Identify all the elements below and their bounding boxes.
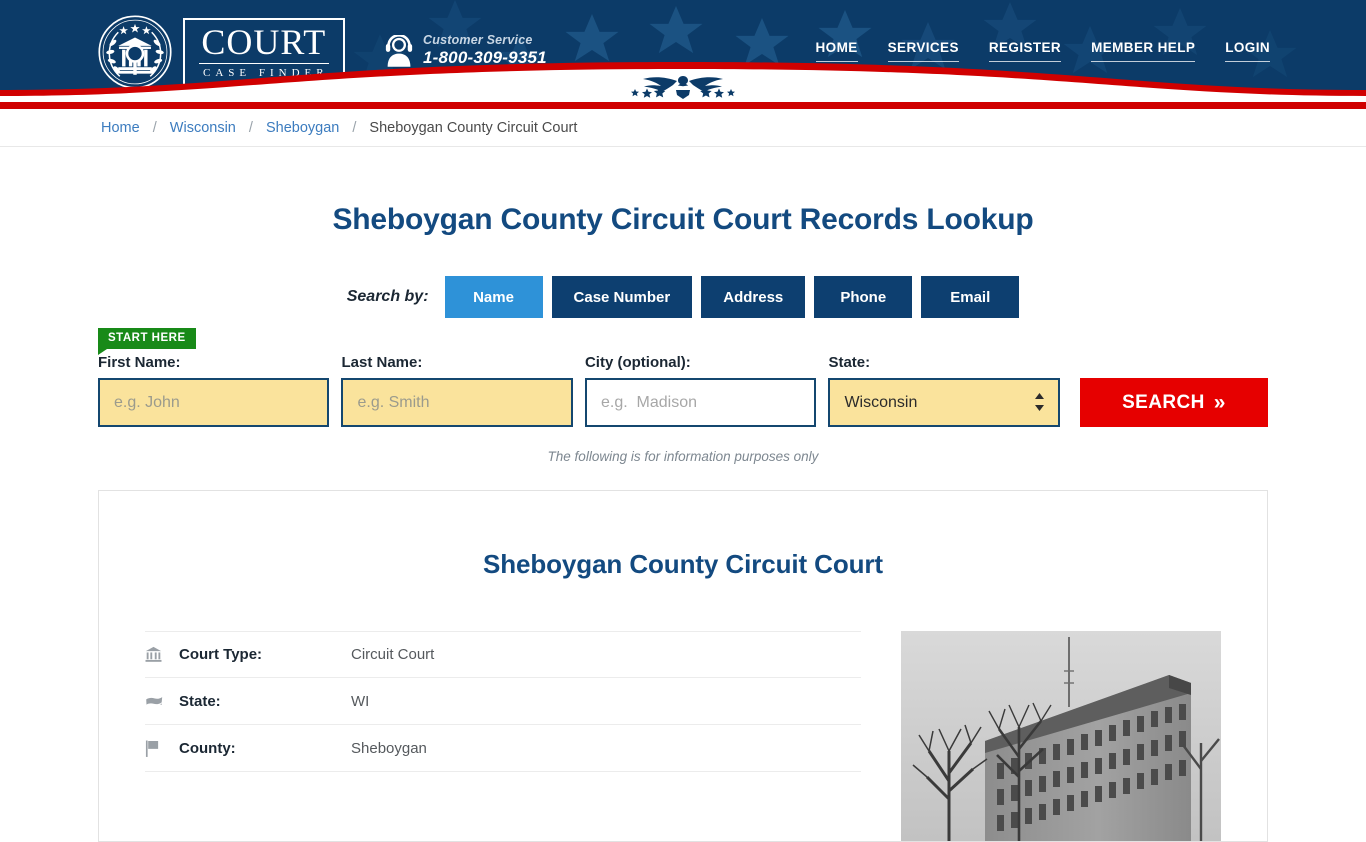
nav-item-login[interactable]: LOGIN	[1225, 40, 1270, 62]
courthouse-photo	[901, 631, 1221, 842]
last-name-field-group: Last Name:	[341, 354, 573, 427]
city-field-group: City (optional):	[584, 354, 817, 427]
breadcrumb-item-wisconsin[interactable]: Wisconsin	[170, 120, 236, 136]
tab-phone[interactable]: Phone	[814, 276, 913, 318]
us-map-icon	[145, 694, 179, 709]
nav-item-member-help[interactable]: MEMBER HELP	[1091, 40, 1196, 62]
start-here-badge: START HERE	[98, 328, 196, 355]
search-form-row: First Name: Last Name: City (optional): …	[98, 328, 1269, 427]
breadcrumb-separator: /	[152, 119, 157, 136]
state-label: State:	[828, 354, 871, 371]
state-detail-label: State:	[179, 692, 221, 710]
court-info-body: Court Type: Circuit Court State: WI Coun…	[99, 601, 1267, 842]
tab-address[interactable]: Address	[701, 276, 806, 318]
breadcrumb-item-current: Sheboygan County Circuit Court	[369, 119, 578, 136]
breadcrumb-separator: /	[248, 119, 253, 136]
court-name-heading: Sheboygan County Circuit Court	[482, 548, 883, 579]
site-header: COURT CASE FINDER Customer Service 1-800…	[0, 0, 1366, 102]
first-name-field-group: First Name:	[98, 354, 330, 427]
nav-item-register[interactable]: REGISTER	[988, 40, 1062, 62]
page-title: Sheboygan County Circuit Court Records L…	[332, 203, 1034, 236]
breadcrumb-bar: Home / Wisconsin / Sheboygan / Sheboygan…	[0, 109, 1366, 147]
last-name-input[interactable]	[341, 378, 573, 427]
search-by-label: Search by:	[346, 288, 429, 305]
county-value: Sheboygan	[351, 739, 427, 757]
court-type-label: Court Type:	[179, 646, 263, 664]
court-type-value: Circuit Court	[351, 646, 435, 664]
main-navigation: HOME SERVICES REGISTER MEMBER HELP LOGIN	[815, 40, 1270, 62]
eagle-emblem-icon	[631, 76, 735, 99]
nav-item-services[interactable]: SERVICES	[887, 40, 959, 62]
table-row: Court Type: Circuit Court	[145, 631, 861, 679]
court-detail-table: Court Type: Circuit Court State: WI Coun…	[145, 631, 861, 841]
table-row: State: WI	[145, 678, 861, 726]
logo-word-court: COURT	[199, 24, 329, 64]
nav-item-home[interactable]: HOME	[815, 40, 858, 62]
customer-service-label: Customer Service	[423, 33, 533, 47]
breadcrumb: Home / Wisconsin / Sheboygan / Sheboygan…	[101, 120, 577, 136]
breadcrumb-separator: /	[352, 119, 357, 136]
bank-building-icon	[145, 646, 179, 663]
flag-icon	[145, 740, 179, 757]
city-label: City (optional):	[584, 354, 691, 371]
breadcrumb-item-home[interactable]: Home	[101, 120, 140, 136]
first-name-input[interactable]	[98, 378, 330, 427]
tab-email[interactable]: Email	[921, 276, 1020, 318]
breadcrumb-item-sheboygan[interactable]: Sheboygan	[266, 120, 339, 136]
state-select[interactable]: Wisconsin	[828, 378, 1060, 427]
last-name-label: Last Name:	[341, 354, 423, 371]
county-label: County:	[179, 739, 236, 757]
tab-case-number[interactable]: Case Number	[551, 276, 693, 318]
state-detail-value: WI	[351, 692, 370, 710]
court-info-card: Sheboygan County Circuit Court Court Typ…	[98, 490, 1268, 842]
tab-name[interactable]: Name	[444, 276, 543, 318]
table-row: County: Sheboygan	[145, 725, 861, 773]
disclaimer-text: The following is for information purpose…	[547, 449, 819, 464]
search-by-tabs: Search by: Name Case Number Address Phon…	[0, 276, 1366, 318]
first-name-label: First Name:	[98, 354, 181, 371]
search-button[interactable]: SEARCH »	[1079, 378, 1269, 427]
red-divider-line	[0, 102, 1366, 109]
double-chevron-right-icon: »	[1213, 391, 1226, 414]
search-form: START HERE First Name: Last Name: City (…	[0, 328, 1366, 427]
state-field-group: State: Wisconsin	[828, 354, 1060, 427]
city-input[interactable]	[584, 378, 817, 427]
courthouse-photo-image	[901, 631, 1221, 842]
search-button-label: SEARCH	[1122, 391, 1205, 413]
